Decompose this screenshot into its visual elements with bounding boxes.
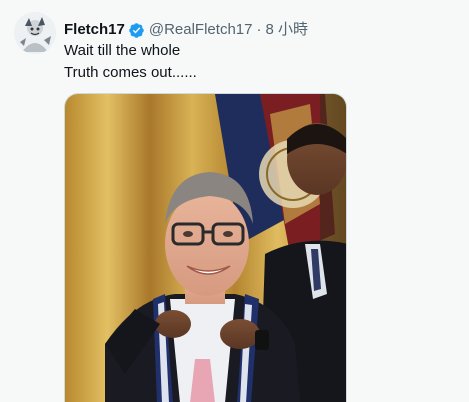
- tweet-header: Fletch17 @RealFletch17 · 8 小時: [64, 20, 308, 40]
- tweet-text-line-2: Truth comes out......: [64, 64, 197, 81]
- verified-badge-icon[interactable]: [128, 22, 145, 39]
- author-handle[interactable]: @RealFletch17: [149, 20, 253, 40]
- separator-dot: ·: [256, 21, 262, 38]
- tweet-media-photo[interactable]: [64, 93, 347, 402]
- avatar-image: [14, 12, 56, 54]
- tweet-card[interactable]: Fletch17 @RealFletch17 · 8 小時 Wait till …: [0, 0, 469, 402]
- author-name[interactable]: Fletch17: [64, 20, 125, 40]
- author-avatar[interactable]: [14, 12, 56, 54]
- tweet-text: Wait till the whole Truth comes out.....…: [64, 40, 454, 84]
- tweet-timestamp[interactable]: 8 小時: [265, 20, 308, 40]
- media-image: [65, 94, 346, 402]
- tweet-text-line-1: Wait till the whole: [64, 42, 181, 59]
